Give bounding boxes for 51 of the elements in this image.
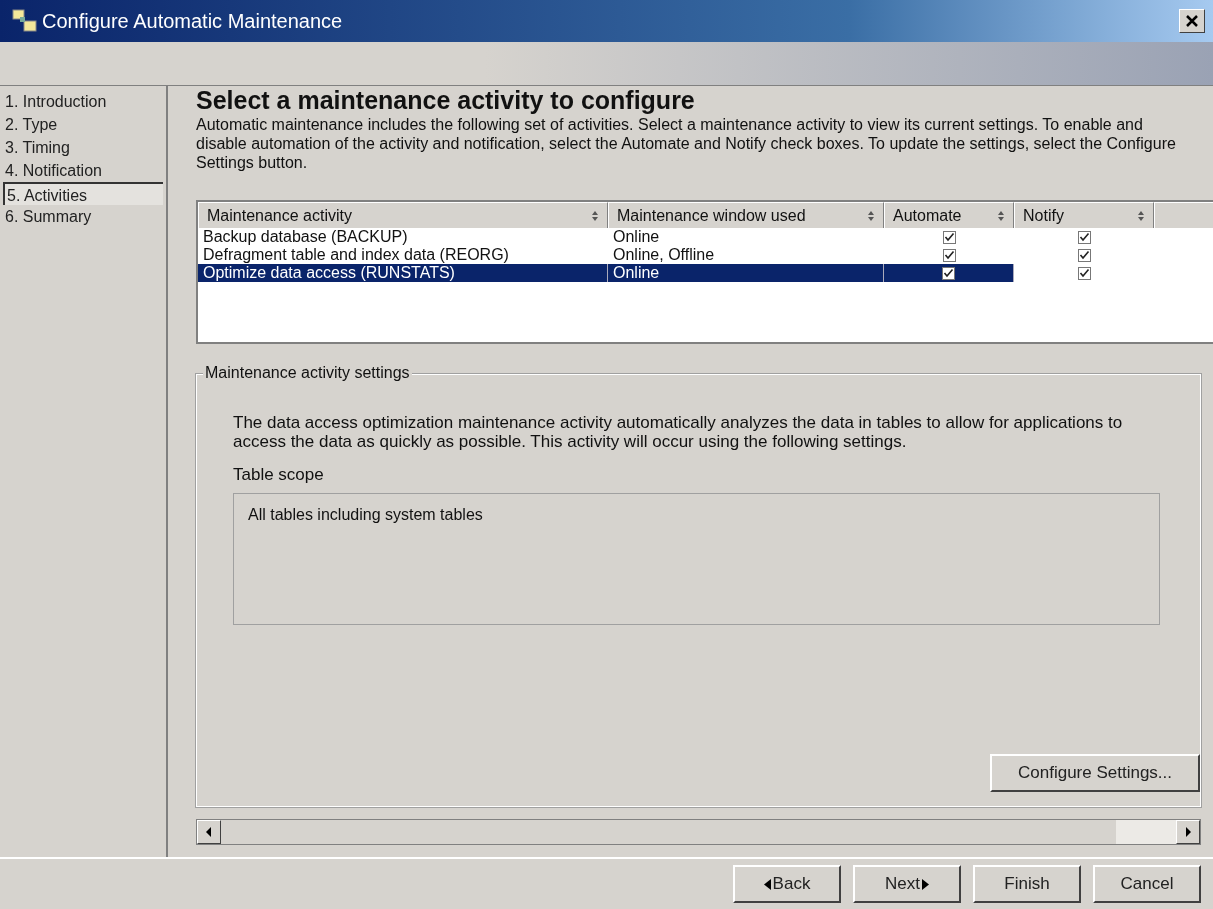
left-triangle-icon <box>206 827 212 837</box>
close-button[interactable] <box>1179 9 1205 33</box>
table-cell-text: Online, Offline <box>612 246 716 264</box>
configure-settings-button[interactable]: Configure Settings... <box>990 754 1200 792</box>
column-header[interactable]: Notify <box>1014 202 1154 228</box>
settings-description: The data access optimization maintenance activity automatically analyzes the data in tables to allow for applications to access the data as quickly as possible. This activity will occur using the following settings. <box>233 413 1124 451</box>
table-row[interactable]: Defragment table and index data (REORG) Online, Offline <box>198 246 1213 264</box>
table-cell: Optimize data access (RUNSTATS) <box>198 264 608 282</box>
checkbox[interactable] <box>1077 248 1091 262</box>
folders-icon <box>12 8 38 34</box>
checkbox[interactable] <box>1077 266 1091 280</box>
horizontal-scrollbar[interactable] <box>196 819 1201 845</box>
step-item[interactable]: 1. Introduction <box>3 90 163 113</box>
scroll-right-button[interactable] <box>1176 820 1200 844</box>
checkbox[interactable] <box>942 266 955 280</box>
step-item[interactable]: 6. Summary <box>3 205 163 228</box>
wizard-button[interactable]: Next <box>853 865 961 903</box>
column-header[interactable]: Maintenance window used <box>608 202 884 228</box>
checkbox[interactable] <box>942 248 956 262</box>
table-row[interactable]: Optimize data access (RUNSTATS) Online <box>198 264 1213 282</box>
window-title: Configure Automatic Maintenance <box>42 9 344 33</box>
step-item[interactable]: 5. Activities <box>3 182 163 205</box>
table-cell: Online <box>608 264 884 282</box>
sort-icon <box>997 209 1005 222</box>
sort-icon <box>591 209 599 222</box>
step-item[interactable]: 2. Type <box>3 113 163 136</box>
step-item[interactable]: 3. Timing <box>3 136 163 159</box>
checkbox[interactable] <box>1077 230 1091 244</box>
table-cell-text: Backup database (BACKUP) <box>202 228 409 246</box>
column-header[interactable]: Maintenance activity <box>198 202 608 228</box>
table-cell-text: Online <box>612 228 661 246</box>
wizard-button[interactable]: Cancel <box>1093 865 1201 903</box>
group-legend: Maintenance activity settings <box>203 364 412 382</box>
column-header[interactable]: Automate <box>884 202 1014 228</box>
right-triangle-icon <box>922 878 929 890</box>
table-scope-label: Table scope <box>233 465 325 485</box>
table-cell-text: Defragment table and index data (REORG) <box>202 246 510 264</box>
right-triangle-icon <box>1185 827 1191 837</box>
table-scope-field: All tables including system tables <box>233 493 1160 625</box>
step-item[interactable]: 4. Notification <box>3 159 163 182</box>
page-heading: Select a maintenance activity to configure <box>196 86 696 115</box>
sort-icon <box>1137 209 1145 222</box>
description-text: Automatic maintenance includes the following set of activities. Select a maintenance activity to view its current settings. To enable and disable automation of the activity and notification, select the Automate and Notify check boxes. To update the settings, select the Configure Settings button. <box>196 115 1177 172</box>
close-icon <box>1185 14 1199 28</box>
left-triangle-icon <box>763 878 771 890</box>
checkbox[interactable] <box>942 230 956 244</box>
table-row[interactable]: Backup database (BACKUP) Online <box>198 228 1213 246</box>
scroll-left-button[interactable] <box>197 820 221 844</box>
wizard-button[interactable]: Finish <box>973 865 1081 903</box>
wizard-button[interactable]: Back <box>733 865 841 903</box>
sort-icon <box>867 209 875 222</box>
